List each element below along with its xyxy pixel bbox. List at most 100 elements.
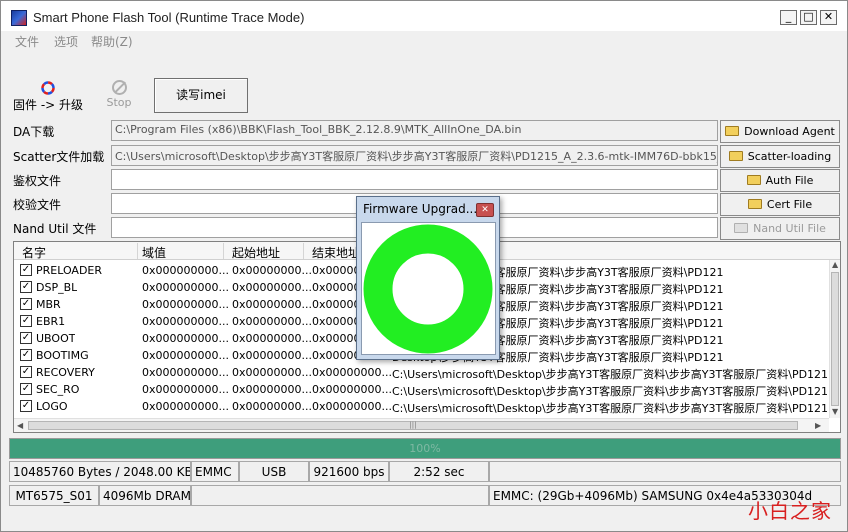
cell-region: 0x000000000... [142,366,229,379]
menu-bar: 文件 选项 帮助(Z) [1,31,847,51]
cell-start: 0x00000000... [232,349,312,362]
horizontal-scrollbar[interactable]: ◀ ||| ▶ [14,418,829,432]
app-icon [11,10,27,26]
cell-start: 0x00000000... [232,332,312,345]
cell-name: MBR [36,298,61,311]
nand-util-file-button[interactable]: Nand Util File [720,217,840,240]
row-checkbox[interactable]: ✓ [20,366,32,378]
cell-name: UBOOT [36,332,76,345]
cell-end: 0x00000000... [312,383,392,396]
cell-region: 0x000000000... [142,298,229,311]
row-checkbox[interactable]: ✓ [20,332,32,344]
cell-start: 0x00000000... [232,281,312,294]
status-bytes: 10485760 Bytes / 2048.00 KBp [9,461,191,482]
row-checkbox[interactable]: ✓ [20,383,32,395]
read-write-imei-button[interactable]: 读写imei [154,78,248,113]
cell-name: DSP_BL [36,281,78,294]
scatter-loading-button[interactable]: Scatter-loading [720,145,840,168]
cell-end: 0x00000000... [312,400,392,413]
status-storage: EMMC [191,461,239,482]
scroll-up-icon[interactable]: ▲ [832,260,838,269]
cell-name: RECOVERY [36,366,95,379]
auth-file-label: 鉴权文件 [13,174,62,188]
scroll-right-icon[interactable]: ▶ [815,421,821,430]
status-extra [489,461,841,482]
title-bar: Smart Phone Flash Tool (Runtime Trace Mo… [1,1,847,31]
scatter-load-label: Scatter文件加载 [13,150,105,164]
cell-start: 0x00000000... [232,315,312,328]
row-checkbox[interactable]: ✓ [20,298,32,310]
scroll-down-icon[interactable]: ▼ [832,407,838,416]
cell-region: 0x000000000... [142,332,229,345]
cell-region: 0x000000000... [142,349,229,362]
cell-name: EBR1 [36,315,66,328]
table-row[interactable]: ✓ SEC_RO 0x000000000... 0x00000000... 0x0000… [14,380,829,398]
status-baud: 921600 bps [309,461,389,482]
table-row[interactable]: ✓ RECOVERY 0x000000000... 0x00000000... 0x00… [14,363,829,381]
stop-label: Stop [106,96,132,109]
folder-icon [734,223,749,233]
minimize-button[interactable]: _ [780,10,797,25]
dialog-title: Firmware Upgrad... [363,202,478,216]
cell-region: 0x000000000... [142,264,229,277]
cell-region: 0x000000000... [142,281,229,294]
row-checkbox[interactable]: ✓ [20,315,32,327]
cell-start: 0x00000000... [232,366,312,379]
vertical-scrollbar[interactable]: ▲ ▼ [829,260,840,418]
row-checkbox[interactable]: ✓ [20,400,32,412]
cell-region: 0x000000000... [142,315,229,328]
cert-file-button-label: Cert File [766,198,813,211]
column-header-start[interactable]: 起始地址 [232,244,280,261]
cert-file-label: 校验文件 [13,198,62,212]
cell-name: BOOTIMG [36,349,89,362]
column-header-region[interactable]: 域值 [142,244,166,261]
scroll-left-icon[interactable]: ◀ [17,421,23,430]
cell-start: 0x00000000... [232,264,312,277]
menu-file[interactable]: 文件 [15,33,39,50]
row-checkbox[interactable]: ✓ [20,264,32,276]
watermark-logo: 小白之家 [748,499,832,523]
dialog-body [361,222,496,355]
cell-start: 0x00000000... [232,383,312,396]
menu-help[interactable]: 帮助(Z) [91,33,133,50]
column-header-name[interactable]: 名字 [22,244,46,261]
auth-file-button[interactable]: Auth File [720,169,840,192]
close-button[interactable]: ✕ [820,10,837,25]
progress-text: 100% [409,442,441,455]
download-agent-button[interactable]: Download Agent [720,120,840,143]
cell-name: PRELOADER [36,264,103,277]
folder-icon [728,151,743,161]
horizontal-scroll-thumb[interactable]: ||| [28,421,798,430]
firmware-upgrade-label: 固件 -> 升级 [13,98,84,112]
download-agent-label: Download Agent [744,125,835,138]
cell-start: 0x00000000... [232,298,312,311]
vertical-scroll-thumb[interactable] [831,272,839,406]
folder-icon [747,199,762,209]
table-row[interactable]: ✓ LOGO 0x000000000... 0x00000000... 0x000000… [14,397,829,415]
status-dram: 4096Mb DRAM [99,485,191,506]
maximize-button[interactable]: □ [800,10,817,25]
firmware-upgrade-button[interactable]: 固件 -> 升级 [13,81,83,113]
column-header-end[interactable]: 结束地址 [312,244,360,261]
cell-end: 0x00000000... [312,366,392,379]
cell-region: 0x000000000... [142,400,229,413]
dialog-close-button[interactable]: ✕ [476,203,494,217]
progress-ring-icon [363,224,493,354]
nand-util-file-label: Nand Util 文件 [13,222,97,236]
stop-button[interactable]: Stop [101,80,137,109]
scatter-file-field[interactable]: C:\Users\microsoft\Desktop\步步高Y3T客服原厂资料\… [111,145,718,166]
scatter-loading-label: Scatter-loading [747,150,832,163]
firmware-upgrade-icon [41,81,55,95]
cell-path: C:\Users\microsoft\Desktop\步步高Y3T客服原厂资料\… [392,402,827,415]
da-download-label: DA下载 [13,125,55,139]
menu-options[interactable]: 选项 [54,33,78,50]
window-title: Smart Phone Flash Tool (Runtime Trace Mo… [33,10,305,25]
da-file-field[interactable]: C:\Program Files (x86)\BBK\Flash_Tool_BB… [111,120,718,141]
cert-file-button[interactable]: Cert File [720,193,840,216]
folder-icon [725,126,740,136]
row-checkbox[interactable]: ✓ [20,281,32,293]
row-checkbox[interactable]: ✓ [20,349,32,361]
status-time: 2:52 sec [389,461,489,482]
auth-file-field[interactable] [111,169,718,190]
folder-icon [746,175,761,185]
